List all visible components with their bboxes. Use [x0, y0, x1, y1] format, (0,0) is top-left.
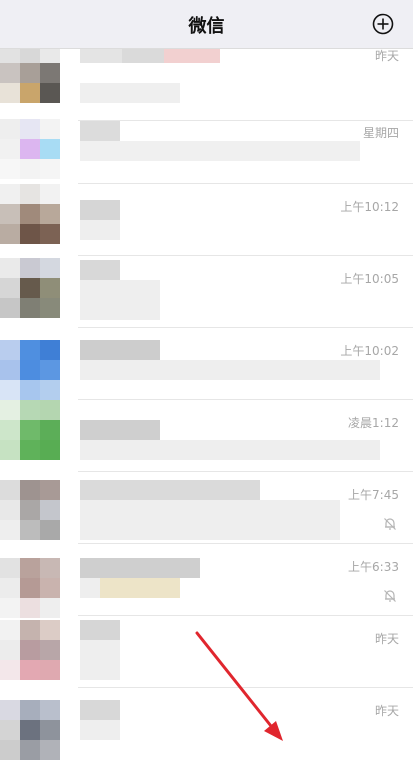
- chat-time: 昨天: [374, 704, 399, 718]
- chat-name: [80, 558, 200, 578]
- avatar[interactable]: [0, 184, 60, 244]
- chat-row[interactable]: 上午10:02: [0, 328, 413, 400]
- mute-bell-icon: [384, 590, 396, 602]
- chat-time: 上午10:12: [340, 200, 399, 214]
- mute-bell-icon: [384, 518, 396, 530]
- chat-name: [80, 620, 120, 640]
- chat-name: [80, 200, 120, 220]
- chat-name: [80, 260, 120, 280]
- avatar[interactable]: [0, 620, 60, 680]
- avatar[interactable]: [0, 558, 60, 618]
- chat-name: [80, 700, 120, 720]
- chat-time: 上午10:05: [340, 272, 399, 286]
- chat-preview: [80, 440, 380, 460]
- chat-time: 上午7:45: [348, 488, 399, 502]
- chat-preview: [80, 360, 380, 380]
- chat-name: [80, 340, 160, 360]
- chat-row[interactable]: 凌晨1:12: [0, 400, 413, 472]
- chat-preview: [80, 141, 360, 161]
- avatar[interactable]: [0, 258, 60, 318]
- chat-time: 昨天: [374, 49, 399, 63]
- chat-preview: [80, 83, 180, 103]
- avatar[interactable]: [0, 480, 60, 540]
- page-title: 微信: [188, 16, 225, 37]
- chat-time: 昨天: [374, 632, 399, 646]
- chat-preview: [80, 220, 120, 240]
- add-plus-icon[interactable]: [372, 13, 394, 35]
- avatar[interactable]: [0, 119, 60, 179]
- chat-time: 凌晨1:12: [348, 416, 399, 430]
- chat-preview: [80, 578, 180, 598]
- avatar[interactable]: [0, 400, 60, 460]
- chat-row[interactable]: 上午10:12: [0, 184, 413, 256]
- chat-name: [80, 420, 160, 440]
- avatar[interactable]: [0, 43, 60, 103]
- chat-row[interactable]: 上午7:45: [0, 472, 413, 544]
- chat-row[interactable]: 昨天: [0, 688, 413, 760]
- chat-name: [80, 121, 120, 141]
- chat-preview: [80, 640, 120, 680]
- chat-row[interactable]: 星期四: [0, 119, 413, 184]
- avatar[interactable]: [0, 700, 60, 760]
- chat-row[interactable]: 昨天: [0, 616, 413, 688]
- top-navigation-bar: 微信: [0, 0, 413, 49]
- chat-preview: [80, 500, 340, 540]
- chat-row[interactable]: 上午6:33: [0, 544, 413, 618]
- avatar[interactable]: [0, 340, 60, 400]
- chat-time: 上午10:02: [340, 344, 399, 358]
- chat-time: 星期四: [362, 126, 399, 140]
- chat-preview: [80, 720, 120, 740]
- chat-name: [80, 480, 260, 500]
- chat-preview: [80, 280, 160, 320]
- chat-row[interactable]: 上午10:05: [0, 256, 413, 328]
- chat-time: 上午6:33: [348, 560, 399, 574]
- chat-row[interactable]: 昨天: [0, 37, 413, 121]
